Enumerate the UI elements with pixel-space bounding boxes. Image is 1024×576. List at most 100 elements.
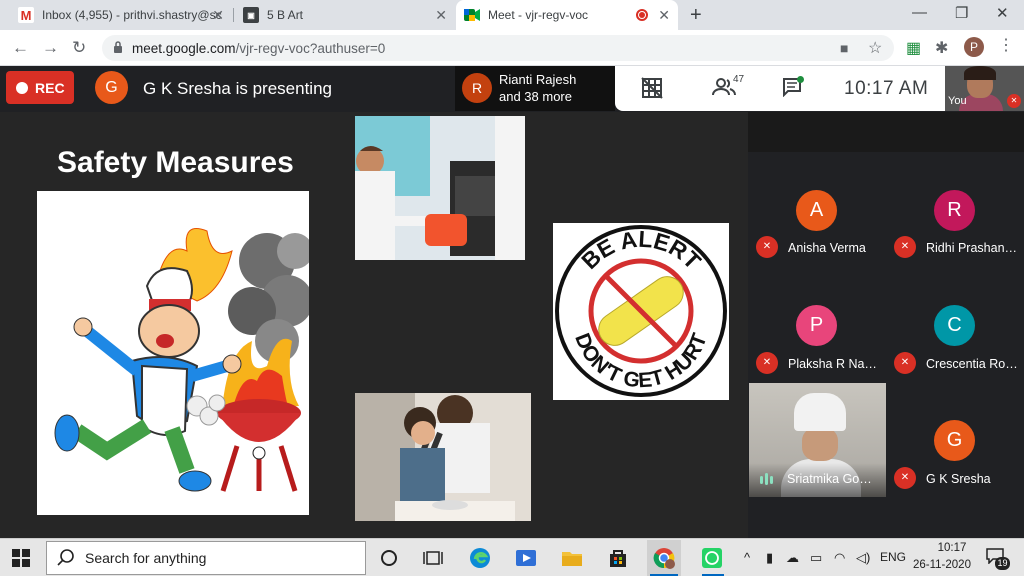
address-bar[interactable]: meet.google.com/vjr-regv-voc?authuser=0 … [102,35,894,61]
participant-avatar: R [462,73,492,103]
search-icon [57,549,74,566]
browser-tab-strip: M Inbox (4,955) - prithvi.shastry@sc ✕ ▣… [0,0,1024,30]
participants-preview[interactable]: R Rianti Rajesh and 38 more [455,66,615,111]
participant-avatar: G [934,420,975,461]
onedrive-icon[interactable]: ☁ [786,550,799,566]
participant-video-tile[interactable]: Sriatmika Go… [749,383,886,497]
participant-name: Rianti Rajesh [499,72,577,87]
participant-avatar: P [796,305,837,346]
tab-title: Inbox (4,955) - prithvi.shastry@sc [42,8,222,22]
show-hidden-icons[interactable]: ^ [744,550,750,565]
search-placeholder: Search for anything [85,550,207,566]
browser-toolbar: ← → ↻ meet.google.com/vjr-regv-voc?authu… [0,30,1024,66]
mic-muted-icon: ✕ [756,352,778,374]
participant-name: Crescentia Ro… [926,357,1018,371]
tab-title: 5 B Art [267,8,304,22]
child-oven-photo [355,116,525,260]
close-icon[interactable]: ✕ [435,7,447,24]
browser-menu-icon[interactable]: ⋮ [998,35,1014,55]
language-indicator[interactable]: ENG [880,550,906,564]
url-path: /vjr-regv-voc?authuser=0 [235,40,386,56]
tab-5b-art[interactable]: ▣ 5 B Art ✕ [235,0,455,30]
profile-avatar[interactable]: P [964,37,984,57]
unread-indicator [797,76,804,83]
mic-muted-icon: ✕ [756,236,778,258]
system-clock-date[interactable]: 26-11-2020 [913,559,971,571]
minimize-button[interactable]: — [912,4,927,21]
meet-toolbar: 47 10:17 AM [615,66,945,111]
self-video-tile[interactable]: You ✕ [945,66,1024,111]
close-icon[interactable]: ✕ [212,7,224,24]
system-clock-time[interactable]: 10:17 [930,542,974,554]
notification-center-icon[interactable]: 19 [986,548,1010,570]
windows-taskbar: Search for anything ^ ▮ ☁ ▭ ◠ ◁) ENG 10:… [0,538,1024,576]
tab-meet[interactable]: Meet - vjr-regv-voc ✕ [456,0,678,30]
reload-button[interactable]: ↻ [72,38,86,58]
self-label: You [948,95,967,107]
close-icon[interactable]: ✕ [658,7,670,24]
mic-muted-icon: ✕ [1007,94,1021,108]
meeting-clock: 10:17 AM [844,78,929,99]
participant-name: G K Sresha [926,472,991,486]
cortana-icon[interactable] [376,546,402,570]
mic-muted-icon: ✕ [894,236,916,258]
participant-tile[interactable]: G ✕ G K Sresha [886,384,1024,500]
mic-muted-icon: ✕ [894,467,916,489]
edge-browser-icon[interactable] [467,546,493,570]
battery-icon[interactable]: ▭ [810,550,822,566]
extensions-puzzle-icon[interactable]: ✱ [935,38,948,58]
be-alert-badge-image: BE ALERT DON'T GET HURT [553,223,729,400]
classroom-icon: ▣ [243,7,259,23]
presenter-status: G K Sresha is presenting [143,79,332,98]
wifi-icon[interactable]: ◠ [834,550,845,566]
url-host: meet.google.com [132,40,236,56]
tab-gmail[interactable]: M Inbox (4,955) - prithvi.shastry@sc ✕ [10,0,232,30]
tab-title: Meet - vjr-regv-voc [488,8,589,22]
speaking-indicator-icon [760,473,773,485]
participant-tile[interactable]: A ✕ Anisha Verma [748,154,886,270]
restore-button[interactable]: ❐ [955,4,968,22]
sheets-extension-icon[interactable]: ▦ [906,38,921,58]
participant-avatar: A [796,190,837,231]
close-window-button[interactable]: ✕ [996,4,1009,22]
cartoon-chef-fire-image [37,191,313,515]
recording-badge: REC [6,71,74,104]
participant-name: Sriatmika Go… [787,472,872,486]
windows-start-icon[interactable] [12,549,30,567]
participant-avatar: C [934,305,975,346]
participant-tile[interactable]: R ✕ Ridhi Prashan… [886,154,1024,270]
participant-name: Anisha Verma [788,241,866,255]
forward-button[interactable]: → [42,38,59,58]
parent-child-cooking-photo [355,393,531,521]
participant-count: 47 [733,74,745,85]
bookmark-star-icon[interactable]: ☆ [868,38,882,58]
taskbar-search-box[interactable]: Search for anything [46,541,366,575]
meet-icon [464,7,480,23]
chrome-icon[interactable] [647,540,681,576]
microphone-icon[interactable]: ▮ [766,550,773,566]
media-player-icon[interactable] [513,546,539,570]
task-view-icon[interactable] [420,546,446,570]
mic-muted-icon: ✕ [894,352,916,374]
camera-icon[interactable]: ■ [840,40,848,56]
volume-icon[interactable]: ◁) [856,550,870,566]
layout-grid-icon[interactable] [641,77,663,105]
more-participants: and 38 more [499,89,572,104]
whatsapp-icon[interactable] [699,546,725,570]
participant-name: Ridhi Prashan… [926,241,1018,255]
participant-tile[interactable]: P ✕ Plaksha R Na… [748,270,886,386]
back-button[interactable]: ← [12,38,29,58]
participant-name: Plaksha R Na… [788,357,877,371]
gmail-icon: M [18,7,34,23]
new-tab-button[interactable]: + [690,4,702,27]
store-icon[interactable] [605,546,631,570]
participant-tile[interactable]: C ✕ Crescentia Ro… [886,270,1024,386]
notification-count: 19 [995,557,1010,570]
participant-avatar: R [934,190,975,231]
rec-label: REC [35,79,65,96]
lock-icon [114,41,122,53]
file-explorer-icon[interactable] [559,546,585,570]
panel-header-strip [748,112,1024,152]
slide-title: Safety Measures [57,146,294,179]
recording-indicator-icon [636,9,648,21]
